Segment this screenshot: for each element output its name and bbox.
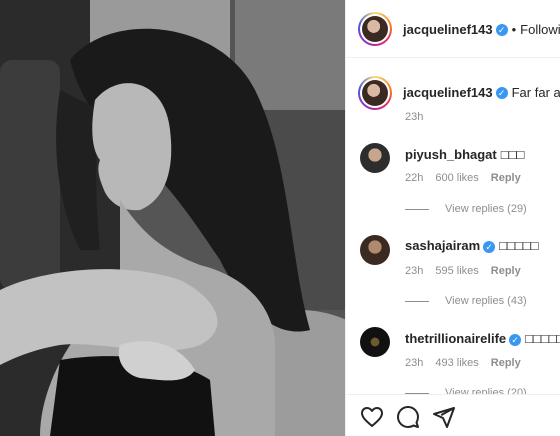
author-avatar[interactable]	[358, 12, 392, 46]
post-details-panel: jacquelinef143✓•Followin jacquelinef143✓…	[345, 0, 560, 436]
view-replies-button[interactable]: View replies (29)	[405, 203, 527, 215]
comment-username[interactable]: sashajairam	[405, 238, 480, 253]
share-icon[interactable]	[432, 405, 456, 429]
following-button[interactable]: Followin	[520, 22, 560, 37]
verified-badge-icon: ✓	[495, 86, 508, 99]
caption-timestamp[interactable]: 23h	[405, 111, 423, 123]
reply-button[interactable]: Reply	[491, 172, 521, 184]
divider-line	[405, 208, 429, 210]
caption-author-username[interactable]: jacquelinef143	[403, 85, 493, 100]
view-replies-label: View replies (29)	[445, 203, 527, 215]
comment-row: sashajairam ✓ □□□□□	[405, 238, 538, 253]
separator-dot: •	[511, 22, 517, 37]
caption-meta: 23h	[405, 111, 435, 123]
comment-likes[interactable]: 600 likes	[435, 172, 478, 184]
comment-avatar[interactable]	[360, 143, 390, 173]
comment-row: piyush_bhagat □□□	[405, 147, 524, 162]
comment-likes[interactable]: 595 likes	[435, 265, 478, 277]
reply-button[interactable]: Reply	[491, 265, 521, 277]
comment-likes[interactable]: 493 likes	[435, 357, 478, 369]
comment-timestamp[interactable]: 23h	[405, 357, 423, 369]
verified-badge-icon: ✓	[495, 23, 508, 36]
action-bar	[346, 394, 560, 436]
caption-row: jacquelinef143✓Far far aw	[403, 84, 560, 102]
comment-timestamp[interactable]: 23h	[405, 265, 423, 277]
reply-button[interactable]: Reply	[491, 357, 521, 369]
comment-username[interactable]: thetrillionairelife	[405, 331, 506, 346]
comment-icon[interactable]	[396, 405, 420, 429]
caption-author-avatar[interactable]	[358, 76, 392, 110]
comment-meta: 23h 493 likes Reply	[405, 357, 533, 369]
heart-icon[interactable]	[360, 405, 384, 429]
verified-badge-icon: ✓	[483, 240, 496, 253]
comment-meta: 23h 595 likes Reply	[405, 265, 533, 277]
author-row: jacquelinef143✓•Followin	[403, 21, 560, 39]
comment-text: □□□□□□	[525, 331, 560, 346]
comment-meta: 22h 600 likes Reply	[405, 172, 533, 184]
post-photo[interactable]	[0, 0, 345, 436]
post-photo-image	[0, 0, 345, 436]
verified-badge-icon: ✓	[509, 333, 522, 346]
comment-username[interactable]: piyush_bhagat	[405, 147, 497, 162]
comment-text: □□□	[500, 147, 525, 162]
comment-avatar[interactable]	[360, 327, 390, 357]
view-replies-button[interactable]: View replies (43)	[405, 295, 527, 307]
comment-timestamp[interactable]: 22h	[405, 172, 423, 184]
post-header: jacquelinef143✓•Followin	[346, 0, 560, 58]
caption-text: Far far aw	[511, 85, 560, 100]
comment-row: thetrillionairelife✓□□□□□□	[405, 331, 560, 346]
view-replies-label: View replies (43)	[445, 295, 527, 307]
author-username[interactable]: jacquelinef143	[403, 22, 493, 37]
comment-avatar[interactable]	[360, 235, 390, 265]
divider-line	[405, 300, 429, 302]
comment-text: □□□□□	[499, 238, 539, 253]
